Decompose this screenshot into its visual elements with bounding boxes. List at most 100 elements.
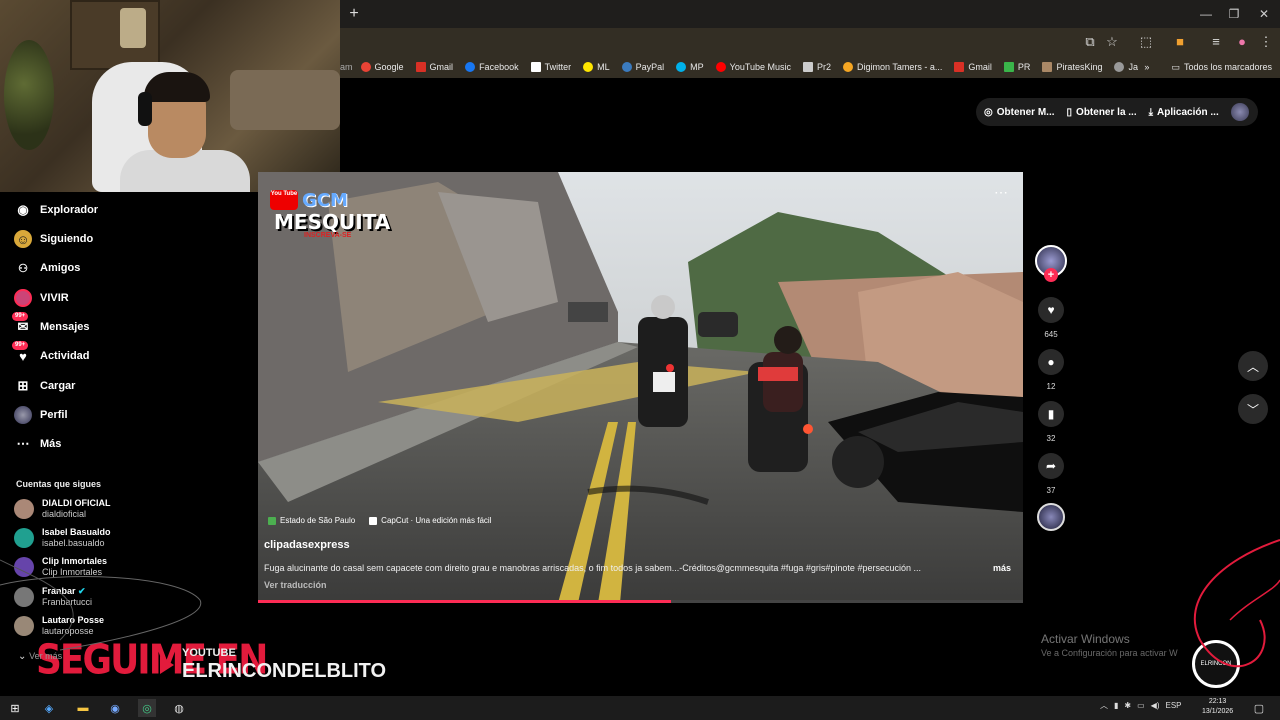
bluetooth-icon[interactable]: ✱ [1124,701,1131,710]
avatar [14,557,34,577]
video-description: Fuga alucinante do casal sem capacete co… [264,563,921,573]
bookmark-google[interactable]: Google [360,62,404,72]
bookmark-digimon[interactable]: Digimon Tamers - a... [843,62,942,72]
windows-activation-subtitle: Ve a Configuración para activar W [1041,648,1178,658]
share-arrow-icon: ➦ [1045,459,1057,473]
bookmark-gmail-2[interactable]: Gmail [954,62,992,72]
star-icon[interactable]: ☆ [1104,34,1120,50]
see-translation-button[interactable]: Ver traducción [264,580,327,590]
sidebar-item-siguiendo[interactable]: ☺ Siguiendo [14,228,244,250]
video-author[interactable]: clipadasexpress [264,539,350,551]
like-button[interactable]: ♥ [1038,297,1064,323]
sidebar-item-perfil[interactable]: Perfil [14,404,244,426]
followed-account[interactable]: Isabel Basualdo isabel.basualdo [14,524,244,552]
obs-icon[interactable]: ◍ [170,699,188,717]
video-more-icon[interactable]: ⋯ [994,184,1009,201]
following-avatar-icon: ☺ [14,230,32,248]
tray-expand-icon[interactable]: ︿ [1100,700,1108,711]
watermark-gcm: GCM [302,190,348,211]
sidebar-item-vivir[interactable]: VIVIR [14,287,244,309]
play-triangle-icon [160,656,174,674]
windows-start-icon[interactable]: ⊞ [6,699,24,717]
copilot-icon[interactable]: ◈ [40,699,58,717]
desktop-app-button[interactable]: ⤓ Aplicación ... [1149,107,1219,118]
extension-pin-icon[interactable]: ■ [1172,34,1188,50]
location-tag[interactable]: Estado de São Paulo [268,516,355,525]
get-coins-button[interactable]: ◎ Obtener M... [984,107,1055,118]
bookmark-ml[interactable]: ML [583,62,610,72]
close-window-button[interactable]: ✕ [1254,6,1274,22]
cast-icon[interactable]: ⧉ [1082,34,1098,50]
profile-icon[interactable]: ● [1234,34,1250,50]
followed-account[interactable]: Clip Inmortales Clip Inmortales [14,553,244,581]
like-count: 645 [1044,330,1058,339]
minimize-button[interactable]: — [1196,6,1216,22]
bookmark-mp[interactable]: MP [676,62,704,72]
share-button[interactable]: ➦ [1038,453,1064,479]
youtube-label: YOUTUBE [182,647,236,659]
followed-account[interactable]: Franbar ✔ Franbartucci [14,583,244,611]
bookmark-youtube-music[interactable]: YouTube Music [715,62,791,72]
bookmark-facebook[interactable]: Facebook [465,62,519,72]
friends-icon: ⚇ [18,262,28,275]
channel-logo: ELRINCON [1192,640,1240,688]
file-explorer-icon[interactable]: ▬ [74,699,92,717]
profile-avatar-icon [14,406,32,424]
pr-icon [1003,62,1014,72]
all-bookmarks-button[interactable]: » ▭ Todos los marcadores [1138,56,1272,78]
volume-icon[interactable]: ◀) [1151,701,1160,710]
previous-video-button[interactable]: ︿ [1238,351,1268,381]
sidebar-item-mas[interactable]: ⋯ Más [14,433,244,455]
location-icon [268,516,276,525]
original-sound-disc[interactable] [1037,503,1065,531]
capcut-tag[interactable]: CapCut · Una edición más fácil [369,516,491,525]
maximize-button[interactable]: ❐ [1224,6,1244,22]
verified-icon: ✔ [78,586,86,596]
webcam-feed [0,0,340,192]
comment-button[interactable]: ● [1038,349,1064,375]
watermark-mesquita: MESQUITA [274,210,391,234]
menu-icon[interactable]: ⋮ [1258,34,1274,50]
language-indicator[interactable]: ESP [1166,701,1182,710]
next-video-button[interactable]: ﹀ [1238,394,1268,424]
network-icon[interactable]: ▭ [1137,701,1145,710]
chevron-down-icon: ⌄ [18,651,27,662]
mercadolibre-icon [583,62,594,72]
follow-button[interactable]: + [1044,268,1058,282]
sidebar-item-actividad[interactable]: 99+ ♥ Actividad [12,341,244,367]
save-button[interactable]: ▮ [1038,401,1064,427]
followed-account[interactable]: Lautaro Posse lautaroposse [14,612,244,640]
description-more-button[interactable]: más [993,563,1011,573]
microphone-icon[interactable]: ▮ [1114,701,1118,710]
sidebar-item-amigos[interactable]: ⚇ Amigos [14,257,244,279]
see-more-accounts[interactable]: ⌄ Ver más [18,651,62,662]
chevron-up-icon: ︿ [1246,359,1259,374]
get-app-button[interactable]: ▯ Obtener la ... [1067,107,1137,118]
coin-icon: ◎ [984,106,993,118]
media-icon[interactable]: ≡ [1208,34,1224,50]
sidebar-item-mensajes[interactable]: 99+ ✉ Mensajes [12,312,244,338]
bookmark-twitter[interactable]: Twitter [530,62,571,72]
comment-icon: ● [1047,355,1055,369]
bookmark-pr2[interactable]: Pr2 [803,62,831,72]
chevron-down-icon: ﹀ [1246,402,1259,417]
paypal-icon [621,62,632,72]
new-tab-button[interactable]: + [346,6,362,22]
bookmark-gmail[interactable]: Gmail [415,62,453,72]
bookmarks-overflow-icon[interactable]: » [1144,62,1149,72]
extensions-icon[interactable]: ⬚ [1138,34,1154,50]
sidebar-item-cargar[interactable]: ⊞ Cargar [14,375,244,397]
bookmark-piratesking[interactable]: PiratesKing [1042,62,1102,72]
share-count: 37 [1046,486,1056,495]
gmail-icon [415,62,426,72]
discord-icon[interactable]: ◉ [106,699,124,717]
user-avatar[interactable] [1230,103,1249,121]
taskbar-clock[interactable]: 22:13 13/1/2026 [1202,697,1233,717]
sidebar-item-explorador[interactable]: ◉ Explorador [14,199,244,221]
notification-icon[interactable]: ▢ [1250,699,1268,717]
bookmark-pr[interactable]: PR [1003,62,1030,72]
chrome-icon[interactable]: ◎ [138,699,156,717]
bookmark-paypal[interactable]: PayPal [621,62,664,72]
followed-account[interactable]: DIALDI OFICIAL dialdioficial [14,495,244,523]
video-progress-bar[interactable] [258,600,1023,603]
